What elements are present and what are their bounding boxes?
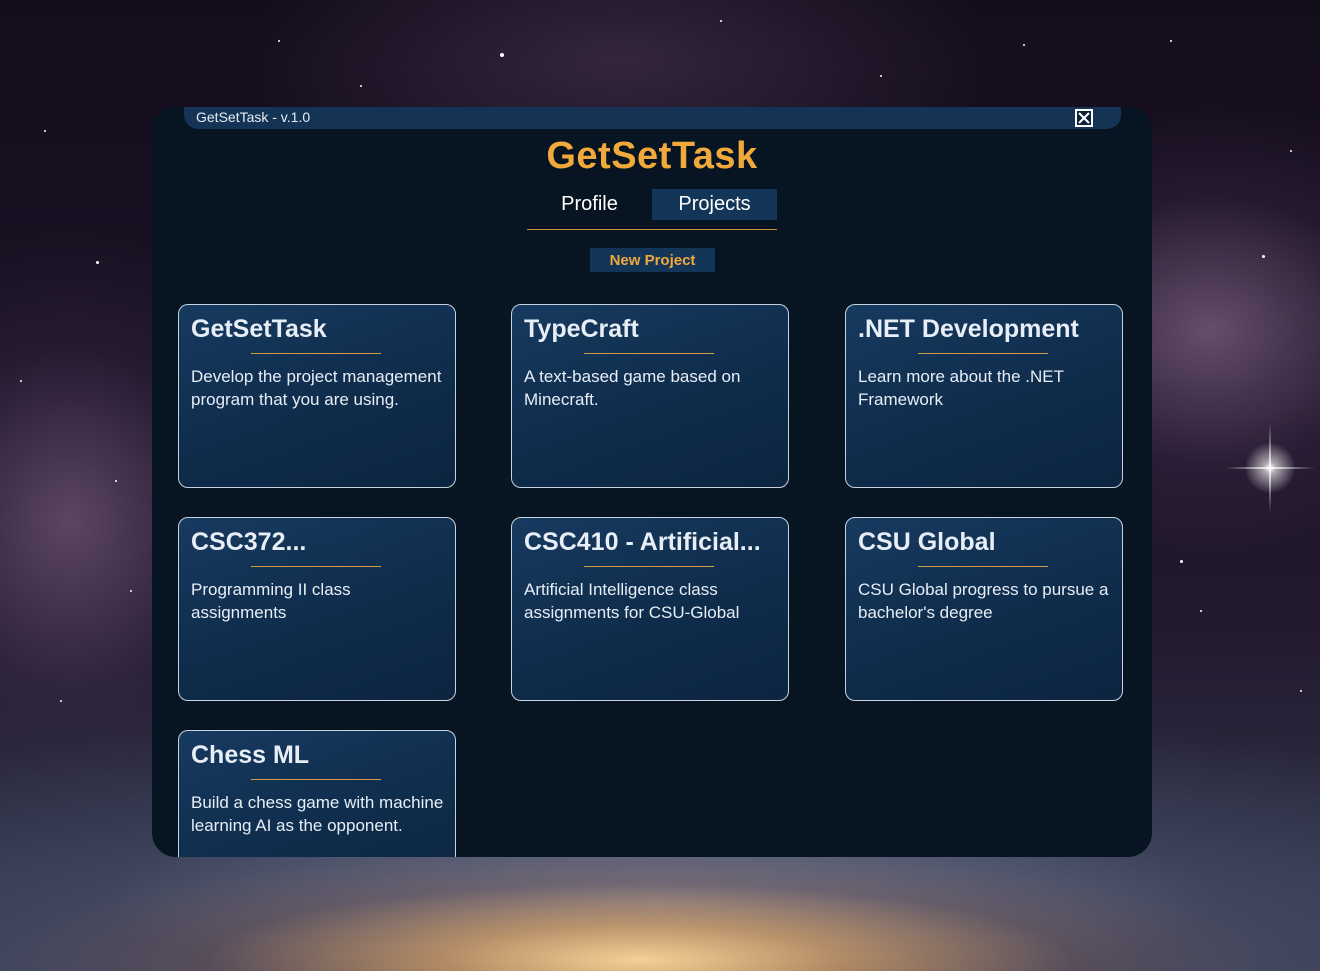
project-title: .NET Development <box>858 315 1079 343</box>
divider <box>584 566 714 567</box>
project-title: GetSetTask <box>191 315 327 343</box>
project-title: CSU Global <box>858 528 996 556</box>
project-description: A text-based game based on Minecraft. <box>524 367 741 409</box>
close-button[interactable] <box>1075 109 1093 127</box>
project-card[interactable]: CSC372... Programming II class assignmen… <box>178 517 456 701</box>
divider <box>251 566 381 567</box>
divider <box>251 779 381 780</box>
divider <box>918 566 1048 567</box>
divider <box>584 353 714 354</box>
app-title: GetSetTask <box>546 135 758 177</box>
project-title: Chess ML <box>191 741 310 769</box>
project-description: Learn more about the .NET Framework <box>858 367 1064 409</box>
project-card[interactable]: .NET Development Learn more about the .N… <box>845 304 1123 488</box>
project-title: CSC410 - Artificial... <box>524 528 761 556</box>
project-card[interactable]: CSC410 - Artificial... Artificial Intell… <box>511 517 789 701</box>
divider <box>918 353 1048 354</box>
tab-bar: Profile Projects <box>527 189 777 230</box>
project-card[interactable]: TypeCraft A text-based game based on Min… <box>511 304 789 488</box>
project-description: Artificial Intelligence class assignment… <box>524 580 740 622</box>
tab-profile[interactable]: Profile <box>527 189 652 220</box>
close-icon <box>1078 112 1090 124</box>
window-title: GetSetTask - v.1.0 <box>196 109 311 125</box>
project-description: Programming II class assignments <box>191 580 351 622</box>
tab-projects[interactable]: Projects <box>652 189 777 220</box>
project-card[interactable]: Chess ML Build a chess game with machine… <box>178 730 456 857</box>
project-title: TypeCraft <box>524 315 639 343</box>
new-project-button[interactable]: New Project <box>590 248 715 272</box>
app-window: GetSetTask - v.1.0 GetSetTask Profile Pr… <box>152 107 1152 857</box>
project-card[interactable]: GetSetTask Develop the project managemen… <box>178 304 456 488</box>
project-description: Develop the project management program t… <box>191 367 442 409</box>
project-description: CSU Global progress to pursue a bachelor… <box>858 580 1109 622</box>
title-bar[interactable]: GetSetTask - v.1.0 <box>184 107 1121 129</box>
project-title: CSC372... <box>191 528 307 556</box>
project-description: Build a chess game with machine learning… <box>191 793 444 835</box>
divider <box>251 353 381 354</box>
project-card[interactable]: CSU Global CSU Global progress to pursue… <box>845 517 1123 701</box>
